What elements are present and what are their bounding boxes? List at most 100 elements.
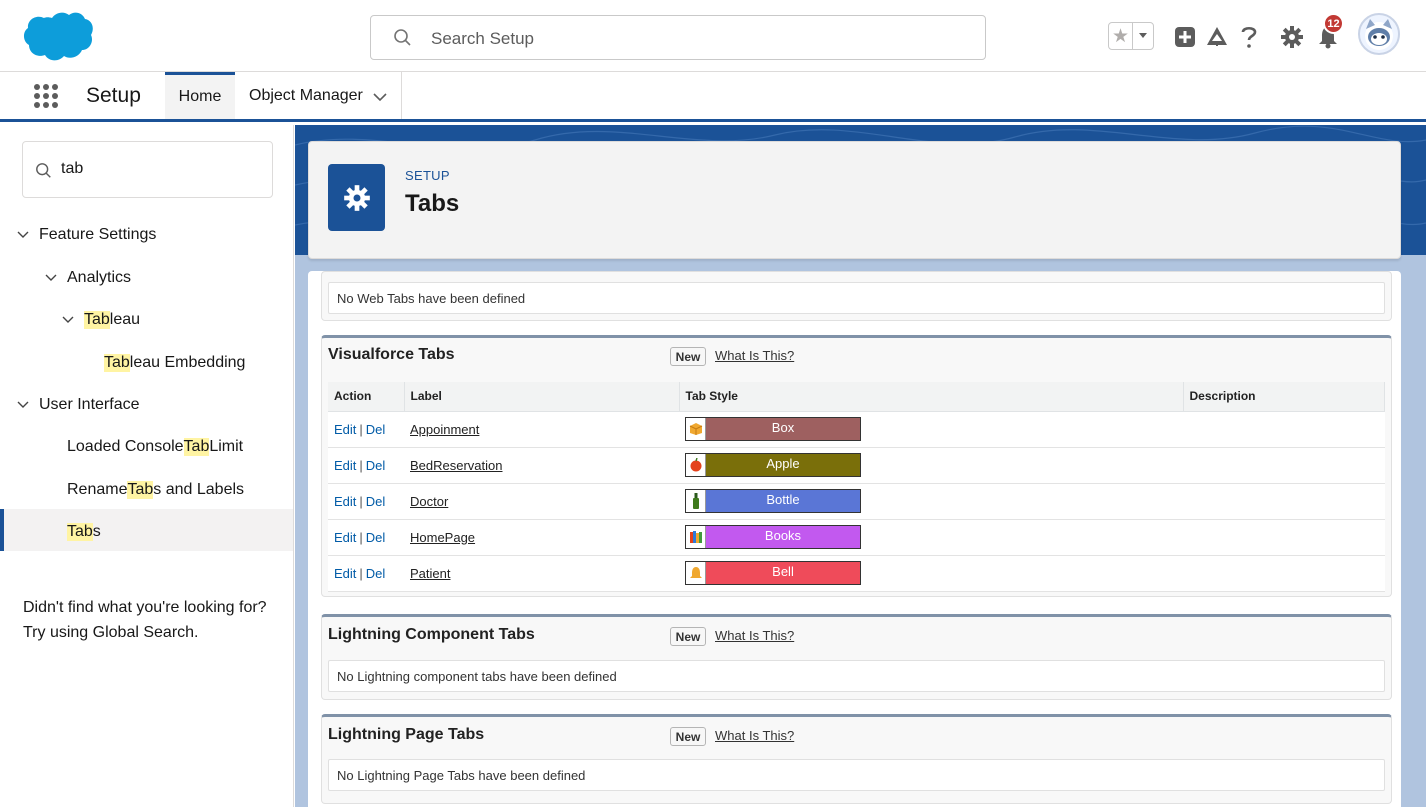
context-bar: Setup Home Object Manager (0, 72, 1426, 122)
table-row: Edit | Del Patient Bell (328, 555, 1385, 592)
search-setup-input[interactable]: Search Setup (370, 15, 986, 60)
what-is-this-link[interactable]: What Is This? (715, 348, 794, 363)
gear-icon[interactable] (1279, 24, 1305, 50)
tab-object-manager[interactable]: Object Manager (235, 72, 402, 119)
chevron-down-icon[interactable] (373, 92, 387, 102)
tree-item-user-interface[interactable]: User Interface (17, 396, 139, 414)
books-icon (686, 526, 706, 548)
setup-sidebar: tab Feature Settings Analytics Tab leau T… (0, 125, 294, 807)
tree-item-rename-tabs[interactable]: Rename Tab s and Labels (67, 481, 244, 499)
chevron-down-icon[interactable] (45, 274, 57, 282)
delete-link[interactable]: Del (366, 530, 386, 545)
tree-label: User Interface (39, 396, 140, 413)
delete-link[interactable]: Del (366, 566, 386, 581)
row-actions: Edit | Del (328, 519, 404, 556)
page-title: Tabs (405, 190, 460, 217)
tree-item-loaded-console-tab-limit[interactable]: Loaded Console Tab Limit (67, 438, 243, 456)
favorites-dropdown-icon[interactable] (1133, 23, 1153, 49)
tab-label-link[interactable]: Doctor (410, 494, 448, 509)
search-highlight: Tab (67, 523, 93, 541)
web-tabs-section: No Web Tabs have been defined (321, 271, 1392, 321)
tree-label: leau Embedding (129, 354, 246, 371)
what-is-this-link[interactable]: What Is This? (715, 628, 794, 643)
tab-style-swatch: Apple (685, 453, 861, 477)
new-lightning-component-tab-button[interactable]: New (670, 627, 706, 646)
page-eyebrow: SETUP (405, 168, 450, 183)
new-visualforce-tab-button[interactable]: New (670, 347, 706, 366)
description-cell (1183, 411, 1385, 448)
tab-label-link[interactable]: BedReservation (410, 458, 503, 473)
tree-item-feature-settings[interactable]: Feature Settings (17, 226, 156, 244)
tab-style-swatch: Books (685, 525, 861, 549)
tab-style-name: Box (771, 420, 795, 435)
chevron-down-icon[interactable] (17, 231, 29, 239)
bottle-icon (686, 490, 706, 512)
quick-find-input[interactable]: tab (22, 141, 273, 198)
tree-label: Analytics (67, 269, 132, 286)
row-actions: Edit | Del (328, 447, 404, 484)
tree-label: s (92, 523, 101, 540)
tree-item-analytics[interactable]: Analytics (45, 269, 131, 287)
app-launcher-icon[interactable] (33, 83, 59, 109)
tree-item-tableau[interactable]: Tab leau (62, 311, 140, 329)
quick-find-value: tab (61, 160, 84, 177)
global-actions-icon[interactable] (1172, 24, 1198, 50)
edit-link[interactable]: Edit (334, 494, 356, 509)
tab-style-name: Apple (766, 456, 800, 471)
edit-link[interactable]: Edit (334, 566, 356, 581)
new-lightning-page-tab-button[interactable]: New (670, 727, 706, 746)
chevron-down-icon[interactable] (62, 316, 74, 324)
salesforce-logo[interactable] (22, 10, 94, 64)
setup-gear-icon (328, 164, 385, 231)
tab-style-swatch: Box (685, 417, 861, 441)
tab-label-link[interactable]: Patient (410, 566, 450, 581)
table-row: Edit | Del HomePage Books (328, 519, 1385, 556)
tree-item-tabs-selected[interactable] (0, 509, 293, 551)
tree-label: Loaded Console (67, 438, 184, 455)
delete-link[interactable]: Del (366, 458, 386, 473)
edit-link[interactable]: Edit (334, 422, 356, 437)
tab-home[interactable]: Home (165, 72, 235, 119)
chevron-down-icon[interactable] (17, 401, 29, 409)
star-icon[interactable]: ★ (1109, 23, 1133, 49)
section-title: Lightning Component Tabs (328, 626, 535, 643)
main-content: SETUP Tabs No Web Tabs have been defined… (295, 125, 1426, 807)
table-row: Edit | Del Appoinment Box (328, 411, 1385, 448)
tab-object-manager-label: Object Manager (249, 86, 363, 104)
bell-icon (686, 562, 706, 584)
section-title: Lightning Page Tabs (328, 726, 485, 743)
column-header-label: Label (404, 382, 680, 412)
search-icon (394, 29, 411, 46)
trailhead-icon[interactable] (1204, 24, 1230, 50)
column-header-action: Action (328, 382, 405, 412)
delete-link[interactable]: Del (366, 422, 386, 437)
visualforce-tabs-table: Action Label Tab Style Description Edit |… (328, 382, 1385, 592)
help-line: Didn't find what you're looking for? (23, 599, 267, 616)
help-icon[interactable] (1236, 24, 1262, 50)
lightning-page-tabs-section: Lightning Page Tabs New What Is This? No… (321, 714, 1392, 804)
avatar[interactable] (1358, 13, 1400, 55)
tree-label: s and Labels (153, 481, 245, 498)
column-header-tab-style: Tab Style (679, 382, 1184, 412)
apple-icon (686, 454, 706, 476)
row-actions: Edit | Del (328, 411, 404, 448)
tabs-content: No Web Tabs have been defined Visualforc… (308, 271, 1401, 807)
box-icon (686, 418, 706, 440)
lightning-page-empty-message: No Lightning Page Tabs have been defined (328, 759, 1385, 791)
description-cell (1183, 519, 1385, 556)
favorites-button[interactable]: ★ (1108, 22, 1154, 50)
tree-item-tabs[interactable]: Tab s (67, 523, 101, 541)
notification-badge: 12 (1323, 13, 1344, 34)
global-header: Search Setup ★ 12 (0, 0, 1426, 72)
search-highlight: Tab (183, 438, 210, 456)
delete-link[interactable]: Del (366, 494, 386, 509)
tab-label-link[interactable]: HomePage (410, 530, 475, 545)
edit-link[interactable]: Edit (334, 458, 356, 473)
what-is-this-link[interactable]: What Is This? (715, 728, 794, 743)
description-cell (1183, 447, 1385, 484)
tab-label-link[interactable]: Appoinment (410, 422, 479, 437)
tab-home-label: Home (178, 88, 222, 105)
lightning-component-empty-message: No Lightning component tabs have been de… (328, 660, 1385, 692)
edit-link[interactable]: Edit (334, 530, 356, 545)
tree-item-tableau-embedding[interactable]: Tab leau Embedding (104, 354, 245, 372)
